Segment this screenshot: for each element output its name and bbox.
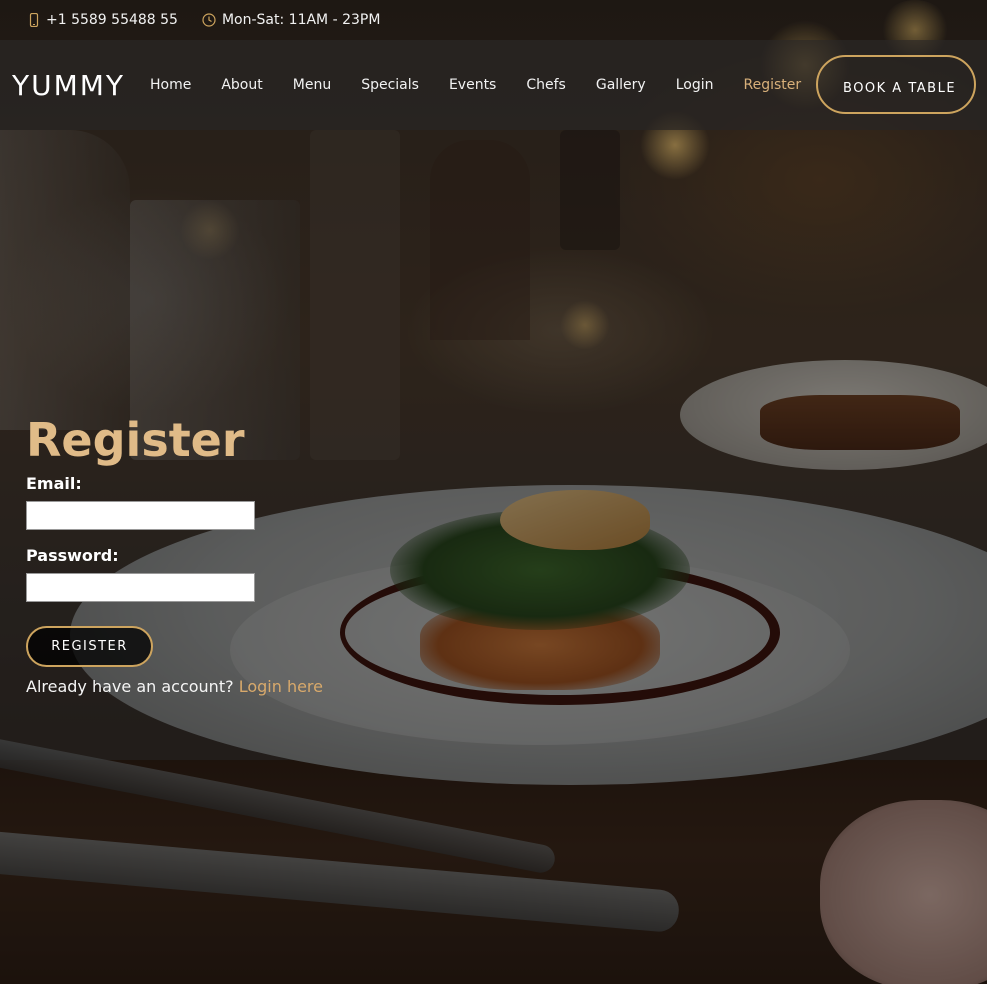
nav-about[interactable]: About: [221, 77, 262, 93]
mobile-phone-icon: [28, 12, 40, 28]
phone-number: +1 5589 55488 55: [46, 12, 178, 28]
password-label: Password:: [26, 546, 119, 565]
site-logo[interactable]: YUMMY: [12, 69, 150, 102]
nav-gallery[interactable]: Gallery: [596, 77, 646, 93]
login-prompt-text: Already have an account?: [26, 677, 234, 696]
opening-hours: Mon-Sat: 11AM - 23PM: [221, 12, 381, 28]
password-field[interactable]: [26, 573, 255, 602]
main-nav: Home About Menu Specials Events Chefs Ga…: [150, 77, 801, 93]
register-form: Register Email: Password: Register Alrea…: [26, 412, 426, 696]
email-label: Email:: [26, 474, 82, 493]
nav-specials[interactable]: Specials: [361, 77, 419, 93]
nav-home[interactable]: Home: [150, 77, 191, 93]
hours-info: Mon-Sat: 11AM - 23PM: [202, 12, 380, 28]
nav-login[interactable]: Login: [676, 77, 714, 93]
top-info-bar: +1 5589 55488 55 Mon-Sat: 11AM - 23PM: [0, 0, 987, 40]
page-title: Register: [26, 413, 245, 467]
main-header: YUMMY Home About Menu Specials Events Ch…: [0, 40, 987, 130]
nav-chefs[interactable]: Chefs: [526, 77, 565, 93]
clock-icon: [202, 13, 216, 27]
nav-register[interactable]: Register: [744, 77, 802, 93]
register-button[interactable]: Register: [26, 626, 153, 667]
book-a-table-button[interactable]: Book a Table: [816, 55, 976, 114]
login-prompt: Already have an account? Login here: [26, 677, 426, 696]
phone-info: +1 5589 55488 55: [28, 12, 178, 28]
nav-events[interactable]: Events: [449, 77, 496, 93]
nav-menu[interactable]: Menu: [293, 77, 331, 93]
email-field[interactable]: [26, 501, 255, 530]
login-here-link[interactable]: Login here: [239, 677, 323, 696]
